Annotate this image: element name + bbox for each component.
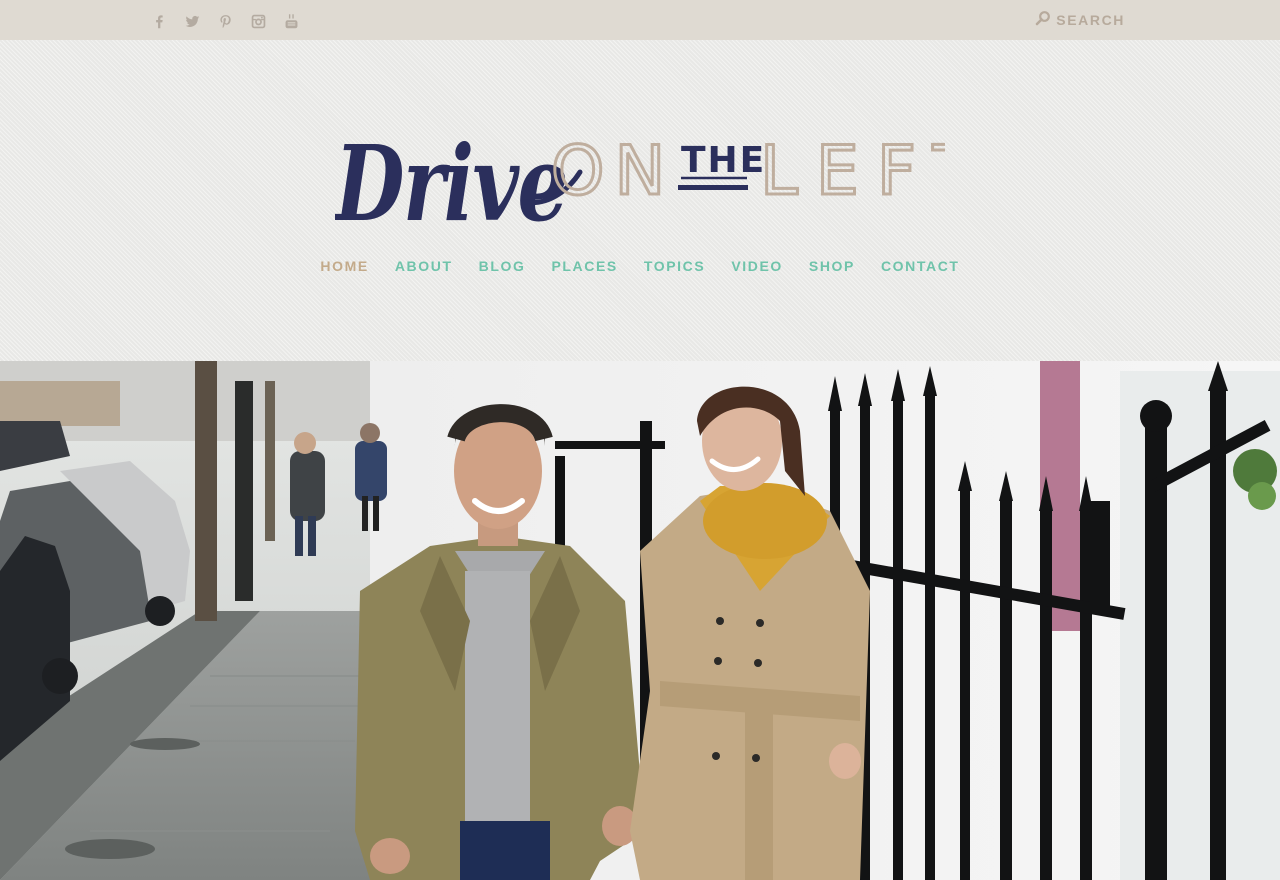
main-nav: HOME ABOUT BLOG PLACES TOPICS VIDEO SHOP… [0,258,1280,274]
nav-home[interactable]: HOME [320,258,368,274]
instagram-icon[interactable] [249,12,268,31]
site-logo[interactable]: Drive ON THE LEFT [333,110,976,245]
nav-topics[interactable]: TOPICS [644,258,705,274]
site-header: Drive ON THE LEFT HOME ABOUT BLOG PLACES… [0,40,1280,361]
twitter-icon[interactable] [183,12,202,31]
logo-script-text: Drive [335,122,567,235]
nav-video[interactable]: VIDEO [731,258,783,274]
nav-places[interactable]: PLACES [551,258,617,274]
hero-photo [0,361,1280,880]
nav-blog[interactable]: BLOG [479,258,526,274]
photo-couple-walking-street [0,361,1280,880]
social-links [150,10,301,32]
nav-contact[interactable]: CONTACT [881,258,960,274]
search-icon [1035,10,1051,31]
search-button[interactable]: SEARCH [1035,10,1125,30]
youtube-icon[interactable] [282,12,301,31]
nav-about[interactable]: ABOUT [395,258,453,274]
facebook-icon[interactable] [150,12,169,31]
logo-on-text: ON [551,132,675,211]
logo-the-text: THE [681,140,766,181]
top-bar: SEARCH [0,0,1280,40]
nav-shop[interactable]: SHOP [809,258,855,274]
logo-left-text: LEFT [760,132,945,211]
pinterest-icon[interactable] [216,12,235,31]
search-label: SEARCH [1056,12,1125,28]
